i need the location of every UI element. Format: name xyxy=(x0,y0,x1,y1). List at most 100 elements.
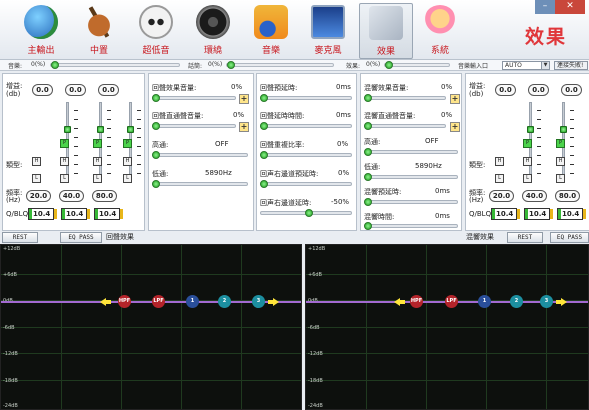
slider-knob[interactable] xyxy=(260,122,268,130)
toolbar-surround[interactable]: 環繞 xyxy=(186,3,240,59)
gain-value-2[interactable]: 0.0 xyxy=(528,84,549,96)
slider-knob[interactable] xyxy=(260,180,268,188)
freq-value-1[interactable]: 20.0 xyxy=(489,190,514,202)
slider-knob[interactable] xyxy=(364,222,372,230)
eq-node-3[interactable]: 3 xyxy=(252,295,265,308)
slider-knob[interactable] xyxy=(51,61,59,69)
chevron-down-icon[interactable]: ▼ xyxy=(541,62,549,69)
q-value-2[interactable]: 10.4 xyxy=(524,208,553,220)
plus-button[interactable]: + xyxy=(450,122,460,132)
eq-bypass-button-left[interactable]: EQ PASS xyxy=(60,232,102,243)
reverb-predelay-slider[interactable] xyxy=(364,198,458,206)
type-high-button-2[interactable]: H xyxy=(93,157,102,166)
effect-volume-slider[interactable] xyxy=(384,61,450,69)
toolbar-music[interactable]: 音樂 xyxy=(244,3,298,59)
eq-node-1[interactable]: 1 xyxy=(478,295,491,308)
q-value-1[interactable]: 10.4 xyxy=(28,208,57,220)
lpf-node[interactable]: LPF xyxy=(445,295,458,308)
slider-knob[interactable] xyxy=(364,94,372,102)
arrow-right-icon[interactable] xyxy=(561,298,567,306)
type-high-button-1[interactable]: H xyxy=(523,157,532,166)
plus-button[interactable]: + xyxy=(450,94,460,104)
reset-button-left[interactable]: REST xyxy=(2,232,38,243)
type-high-button-3[interactable]: H xyxy=(123,157,132,166)
type-low-button-1[interactable]: L xyxy=(523,174,532,183)
echo-lowpass-slider[interactable] xyxy=(152,180,248,188)
type-low-button-3[interactable]: L xyxy=(123,174,132,183)
lpf-node[interactable]: LPF xyxy=(152,295,165,308)
reverb-effect-volume-slider[interactable] xyxy=(364,94,446,102)
toolbar-microphone[interactable]: 麥克風 xyxy=(301,3,355,59)
q-value-3[interactable]: 10.4 xyxy=(94,208,123,220)
reset-button-right[interactable]: REST xyxy=(507,232,543,243)
gain-value-3[interactable]: 0.0 xyxy=(98,84,119,96)
gain-slider-knob-2[interactable] xyxy=(560,126,567,133)
slider-knob[interactable] xyxy=(260,151,268,159)
music-input-select[interactable]: AUTO ▼ xyxy=(502,61,550,70)
toolbar-main-output[interactable]: 主輸出 xyxy=(14,3,68,59)
minimize-icon[interactable]: – xyxy=(535,0,555,14)
type-high-button-2[interactable]: H xyxy=(556,157,565,166)
type-low-button-2[interactable]: L xyxy=(93,174,102,183)
reverb-eq-graph[interactable]: +12dB +6dB 0dB -6dB -12dB -18dB -24dB HP… xyxy=(305,244,589,410)
connection-status-button[interactable]: 連接失敗! xyxy=(554,61,588,70)
eq-bypass-button-right[interactable]: EQ PASS xyxy=(550,232,589,243)
slider-knob[interactable] xyxy=(152,122,160,130)
slider-knob[interactable] xyxy=(364,148,372,156)
freq-value-1[interactable]: 20.0 xyxy=(26,190,51,202)
freq-value-3[interactable]: 80.0 xyxy=(92,190,117,202)
echo-predelay-slider[interactable] xyxy=(260,94,352,102)
toolbar-effects[interactable]: 效果 xyxy=(359,3,413,59)
close-icon[interactable]: ✕ xyxy=(555,0,585,14)
slider-knob[interactable] xyxy=(364,122,372,130)
echo-highpass-slider[interactable] xyxy=(152,151,248,159)
type-low-button-2[interactable]: L xyxy=(556,174,565,183)
slider-knob[interactable] xyxy=(364,173,372,181)
eq-node-3[interactable]: 3 xyxy=(540,295,553,308)
reverb-highpass-slider[interactable] xyxy=(364,148,458,156)
eq-node-1[interactable]: 1 xyxy=(186,295,199,308)
gain-slider-knob-1[interactable] xyxy=(527,126,534,133)
type-peak-button-2[interactable]: P xyxy=(556,139,565,148)
slider-knob[interactable] xyxy=(385,61,393,69)
toolbar-system[interactable]: 系統 xyxy=(413,3,467,59)
music-volume-slider[interactable] xyxy=(50,61,180,69)
type-high-button-1[interactable]: H xyxy=(60,157,69,166)
slider-knob[interactable] xyxy=(227,61,235,69)
plus-button[interactable]: + xyxy=(239,122,249,132)
gain-slider-knob-1[interactable] xyxy=(64,126,71,133)
echo-right-predelay-slider[interactable] xyxy=(260,180,352,188)
eq-node-2[interactable]: 2 xyxy=(218,295,231,308)
type-peak-button-1[interactable]: P xyxy=(60,139,69,148)
freq-value-2[interactable]: 40.0 xyxy=(59,190,84,202)
reverb-lowpass-slider[interactable] xyxy=(364,173,458,181)
q-value-1[interactable]: 10.4 xyxy=(491,208,520,220)
gain-value-2[interactable]: 0.0 xyxy=(65,84,86,96)
hpf-node[interactable]: HPF xyxy=(118,295,131,308)
echo-delay-time-slider[interactable] xyxy=(260,122,352,130)
type-low-button-1[interactable]: L xyxy=(60,174,69,183)
arrow-right-icon[interactable] xyxy=(273,298,279,306)
type-low-button[interactable]: L xyxy=(495,174,504,183)
gain-slider-knob-3[interactable] xyxy=(127,126,134,133)
slider-knob[interactable] xyxy=(152,151,160,159)
gain-slider-knob-2[interactable] xyxy=(97,126,104,133)
q-value-2[interactable]: 10.4 xyxy=(61,208,90,220)
plus-button[interactable]: + xyxy=(239,94,249,104)
hpf-node[interactable]: HPF xyxy=(410,295,423,308)
freq-value-2[interactable]: 40.0 xyxy=(522,190,547,202)
echo-direct-volume-slider[interactable] xyxy=(152,122,236,130)
type-peak-button-3[interactable]: P xyxy=(123,139,132,148)
slider-knob[interactable] xyxy=(305,209,313,217)
toolbar-center[interactable]: 中置 xyxy=(72,3,126,59)
toolbar-subwoofer[interactable]: 超低音 xyxy=(129,3,183,59)
eq-node-2[interactable]: 2 xyxy=(510,295,523,308)
echo-repeat-ratio-slider[interactable] xyxy=(260,151,352,159)
reverb-direct-volume-slider[interactable] xyxy=(364,122,446,130)
gain-value-1[interactable]: 0.0 xyxy=(32,84,53,96)
slider-knob[interactable] xyxy=(152,94,160,102)
type-peak-button-1[interactable]: P xyxy=(523,139,532,148)
mic-volume-slider[interactable] xyxy=(226,61,334,69)
reverb-time-slider[interactable] xyxy=(364,222,458,230)
echo-effect-volume-slider[interactable] xyxy=(152,94,236,102)
